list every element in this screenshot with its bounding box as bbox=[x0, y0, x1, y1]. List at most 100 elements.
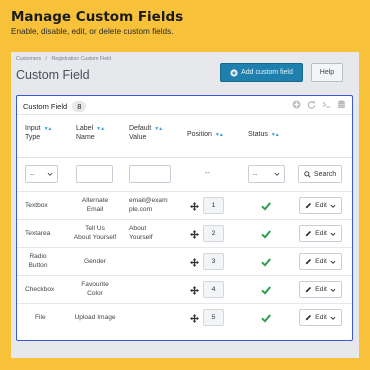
label-name-cell: Gender bbox=[84, 257, 106, 265]
column-label-name-line2: Name bbox=[76, 134, 95, 142]
label-name-cell: Alternate Email bbox=[72, 192, 118, 220]
label-name-filter-input[interactable] bbox=[76, 165, 113, 183]
sort-arrows-icon[interactable]: ▼▲ bbox=[215, 132, 224, 138]
edit-button[interactable]: Edit bbox=[299, 225, 342, 242]
table-row: Checkbox Favourite Color 4 Edit bbox=[17, 275, 352, 303]
position-value[interactable]: 5 bbox=[203, 309, 224, 326]
column-default-value[interactable]: Default ▼▲ Value bbox=[129, 124, 163, 143]
column-default-value-line2: Value bbox=[129, 134, 147, 142]
add-circle-icon[interactable] bbox=[292, 100, 301, 109]
add-custom-field-label: Add custom field bbox=[241, 69, 293, 76]
sort-arrows-icon[interactable]: ▼▲ bbox=[271, 132, 280, 138]
pencil-icon bbox=[305, 286, 312, 293]
check-icon[interactable] bbox=[261, 257, 271, 267]
panel-heading: Custom Field 8 bbox=[23, 101, 87, 112]
position-filter-dash: -- bbox=[205, 170, 210, 177]
column-input-type-line1: Input bbox=[25, 125, 41, 132]
label-line: Favourite bbox=[81, 281, 109, 289]
admin-frame: Customers / Registration Custom Field Cu… bbox=[11, 52, 359, 358]
move-icon[interactable] bbox=[190, 230, 199, 239]
chevron-down-icon bbox=[330, 232, 336, 236]
chevron-down-icon bbox=[330, 316, 336, 320]
check-icon[interactable] bbox=[261, 285, 271, 295]
header-divider bbox=[17, 157, 352, 158]
chevron-down-icon bbox=[47, 172, 53, 176]
type-line: Button bbox=[28, 262, 48, 269]
label-name-cell: Favourite Color bbox=[72, 276, 118, 304]
label-line: Email bbox=[86, 206, 104, 213]
chevron-down-icon bbox=[330, 260, 336, 264]
sort-arrows-icon[interactable]: ▼▲ bbox=[96, 126, 105, 132]
label-line: Tell Us bbox=[85, 225, 105, 233]
hero-title: Manage Custom Fields bbox=[11, 9, 184, 25]
edit-label: Edit bbox=[315, 230, 327, 237]
edit-button[interactable]: Edit bbox=[299, 309, 342, 326]
column-label-name-line1: Label bbox=[76, 125, 94, 132]
edit-button[interactable]: Edit bbox=[299, 281, 342, 298]
move-icon[interactable] bbox=[190, 286, 199, 295]
edit-button[interactable]: Edit bbox=[299, 253, 342, 270]
count-badge: 8 bbox=[72, 101, 87, 112]
table-row: Textarea Tell Us About Yourself About Your… bbox=[17, 219, 352, 247]
label-line: Alternate bbox=[81, 197, 109, 205]
sort-arrows-icon[interactable]: ▼▲ bbox=[154, 126, 163, 132]
status-filter-select[interactable]: -- bbox=[248, 165, 285, 183]
column-position-label: Position bbox=[187, 131, 212, 138]
edit-label: Edit bbox=[315, 258, 327, 265]
default-line: About bbox=[129, 225, 147, 233]
move-icon[interactable] bbox=[190, 314, 199, 323]
default-value-cell: email@exam ple.com bbox=[129, 192, 179, 220]
label-name-cell: Upload Image bbox=[74, 313, 116, 321]
column-position[interactable]: Position ▼▲ bbox=[187, 130, 224, 139]
label-line: About Yourself bbox=[73, 234, 117, 241]
sort-arrows-icon[interactable]: ▼▲ bbox=[44, 126, 53, 132]
edit-label: Edit bbox=[315, 286, 327, 293]
breadcrumb-customers[interactable]: Customers bbox=[16, 56, 41, 62]
pencil-icon bbox=[305, 314, 312, 321]
edit-button[interactable]: Edit bbox=[299, 197, 342, 214]
column-default-value-line1: Default bbox=[129, 125, 152, 132]
column-input-type-line2: Type bbox=[25, 134, 41, 142]
column-status-label: Status bbox=[248, 131, 268, 138]
input-type-filter-value: -- bbox=[30, 170, 35, 178]
move-icon[interactable] bbox=[190, 202, 199, 211]
label-name-cell: Tell Us About Yourself bbox=[67, 220, 123, 248]
default-line: ple.com bbox=[129, 206, 153, 213]
position-value[interactable]: 3 bbox=[203, 253, 224, 270]
column-label-name[interactable]: Label ▼▲ Name bbox=[76, 124, 105, 143]
input-type-cell: Textarea bbox=[25, 229, 51, 237]
check-icon[interactable] bbox=[261, 229, 271, 239]
position-value[interactable]: 2 bbox=[203, 225, 224, 242]
pencil-icon bbox=[305, 230, 312, 237]
database-icon[interactable] bbox=[337, 100, 346, 109]
column-input-type[interactable]: Input ▼▲ Type bbox=[25, 124, 53, 143]
hero-subtitle: Enable, disable, edit, or delete custom … bbox=[11, 27, 174, 36]
help-button[interactable]: Help bbox=[311, 63, 343, 82]
chevron-down-icon bbox=[330, 288, 336, 292]
check-icon[interactable] bbox=[261, 201, 271, 211]
table-row: Textbox Alternate Email email@exam ple.com… bbox=[17, 191, 352, 219]
page-title: Custom Field bbox=[16, 68, 90, 82]
search-icon bbox=[304, 170, 311, 178]
edit-label: Edit bbox=[315, 314, 327, 321]
terminal-icon[interactable] bbox=[322, 100, 331, 109]
column-status[interactable]: Status ▼▲ bbox=[248, 130, 280, 139]
breadcrumb-separator: / bbox=[45, 56, 47, 62]
check-icon[interactable] bbox=[261, 313, 271, 323]
input-type-cell: Textbox bbox=[25, 201, 48, 209]
default-value-filter-input[interactable] bbox=[129, 165, 171, 183]
table-row: Radio Button Gender 3 Edit bbox=[17, 247, 352, 275]
position-value[interactable]: 4 bbox=[203, 281, 224, 298]
move-icon[interactable] bbox=[190, 258, 199, 267]
add-custom-field-button[interactable]: Add custom field bbox=[220, 63, 303, 82]
position-value[interactable]: 1 bbox=[203, 197, 224, 214]
refresh-icon[interactable] bbox=[307, 100, 316, 109]
input-type-cell: Checkbox bbox=[25, 285, 55, 293]
input-type-filter-select[interactable]: -- bbox=[25, 165, 58, 183]
table-row: File Upload Image 5 Edit bbox=[17, 303, 352, 331]
default-value-cell: About Yourself bbox=[129, 220, 179, 248]
search-button[interactable]: Search bbox=[298, 165, 342, 183]
plus-circle-icon bbox=[230, 68, 238, 77]
panel-title: Custom Field bbox=[23, 102, 68, 111]
input-type-cell: File bbox=[35, 313, 46, 321]
